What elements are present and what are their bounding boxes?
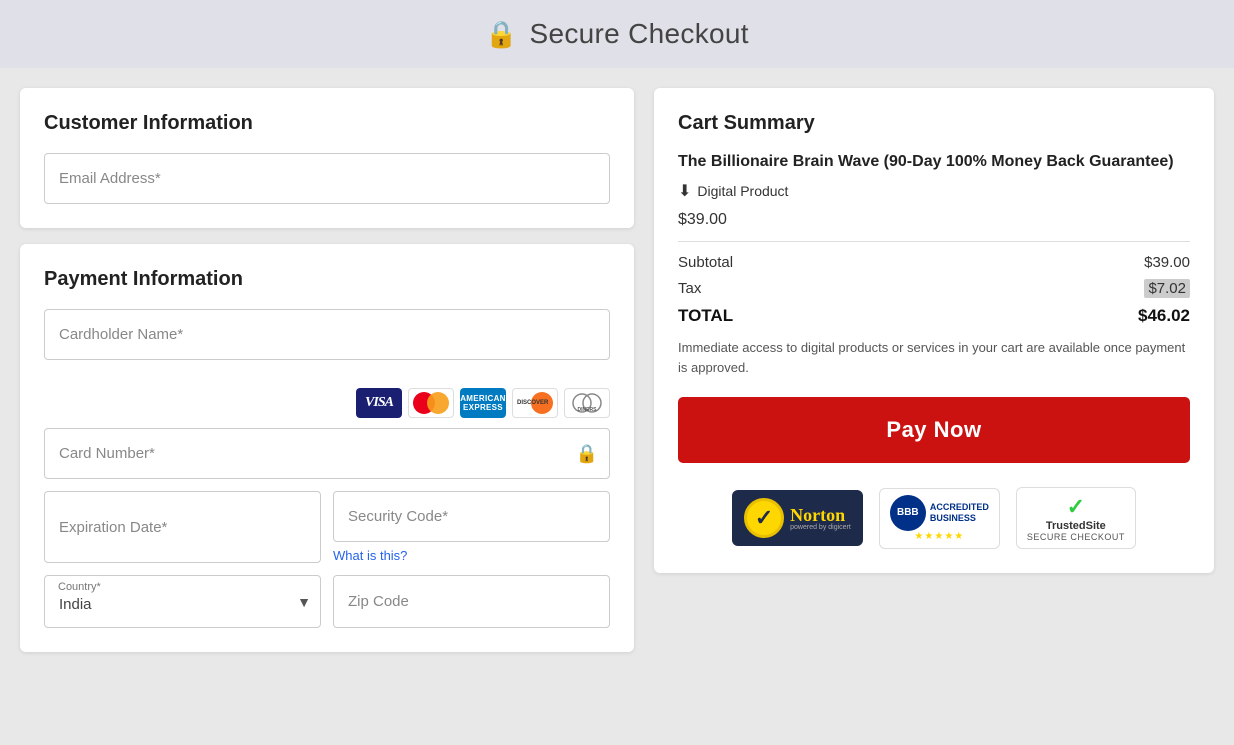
country-zip-row: Country* India United States United King…	[44, 575, 610, 628]
payment-info-card: Payment Information VISA AMERICAN EXPRES…	[20, 244, 634, 652]
bbb-seal: BBB	[890, 495, 926, 531]
customer-info-card: Customer Information	[20, 88, 634, 228]
norton-name-text: Norton	[790, 506, 851, 524]
zip-code-field[interactable]	[333, 575, 610, 628]
trusted-checkmark-icon: ✓	[1067, 494, 1085, 520]
total-row: TOTAL $46.02	[678, 306, 1190, 326]
what-is-this-link[interactable]: What is this?	[333, 548, 610, 563]
discover-icon: DISCOVER	[512, 388, 558, 418]
subtotal-row: Subtotal $39.00	[678, 254, 1190, 271]
divider	[678, 241, 1190, 242]
visa-icon: VISA	[356, 388, 402, 418]
trusted-site-badge: ✓ TrustedSite SECURE CHECKOUT	[1016, 487, 1136, 549]
payment-section-title: Payment Information	[44, 268, 610, 291]
cart-summary-card: Cart Summary The Billionaire Brain Wave …	[654, 88, 1214, 573]
lock-icon: 🔒	[485, 19, 517, 50]
card-number-wrapper: 🔒	[44, 428, 610, 479]
bbb-badge: BBB ACCREDITED BUSINESS ★★★★★	[879, 488, 1000, 549]
security-code-field[interactable]	[333, 491, 610, 542]
tax-row: Tax $7.02	[678, 279, 1190, 298]
amex-icon: AMERICAN EXPRESS	[460, 388, 506, 418]
expiry-security-row: What is this?	[44, 491, 610, 563]
digital-label: Digital Product	[697, 183, 788, 199]
diners-icon: DINERS	[564, 388, 610, 418]
download-icon: ⬇	[678, 181, 691, 201]
email-field[interactable]	[44, 153, 610, 204]
page-title: Secure Checkout	[530, 18, 749, 50]
country-label: Country*	[58, 581, 101, 593]
product-price: $39.00	[678, 211, 1190, 229]
subtotal-value: $39.00	[1144, 254, 1190, 271]
svg-text:DINERS: DINERS	[578, 407, 598, 413]
mastercard-icon	[408, 388, 454, 418]
country-wrapper: Country* India United States United King…	[44, 575, 321, 628]
product-name: The Billionaire Brain Wave (90-Day 100% …	[678, 151, 1190, 173]
card-number-field[interactable]	[44, 428, 610, 479]
digital-product-badge: ⬇ Digital Product	[678, 181, 1190, 201]
card-icons-row: VISA AMERICAN EXPRESS DISCOVER	[44, 388, 610, 418]
subtotal-label: Subtotal	[678, 254, 733, 271]
pay-now-button[interactable]: Pay Now	[678, 397, 1190, 463]
trust-badges: ✓ Norton powered by digicert BBB ACCREDI…	[678, 487, 1190, 549]
norton-powered-text: powered by digicert	[790, 524, 851, 531]
total-value: $46.02	[1138, 306, 1190, 326]
tax-value: $7.02	[1144, 279, 1190, 298]
security-code-wrapper: What is this?	[333, 491, 610, 563]
card-lock-icon: 🔒	[576, 443, 598, 464]
norton-badge: ✓ Norton powered by digicert	[732, 490, 863, 546]
left-panel: Customer Information Payment Information…	[20, 88, 634, 725]
cardholder-name-field[interactable]	[44, 309, 610, 360]
bbb-accredited-text: ACCREDITED	[930, 502, 989, 513]
right-panel: Cart Summary The Billionaire Brain Wave …	[654, 88, 1214, 725]
bbb-stars: ★★★★★	[914, 531, 964, 542]
cart-title: Cart Summary	[678, 112, 1190, 135]
access-text: Immediate access to digital products or …	[678, 338, 1190, 377]
total-label: TOTAL	[678, 306, 733, 326]
trusted-label: TrustedSite	[1046, 520, 1106, 532]
trusted-sub: SECURE CHECKOUT	[1027, 532, 1125, 542]
customer-section-title: Customer Information	[44, 112, 610, 135]
checkout-header: 🔒 Secure Checkout	[0, 0, 1234, 68]
tax-label: Tax	[678, 280, 701, 297]
expiration-field[interactable]	[44, 491, 321, 563]
bbb-business-text: BUSINESS	[930, 513, 989, 524]
